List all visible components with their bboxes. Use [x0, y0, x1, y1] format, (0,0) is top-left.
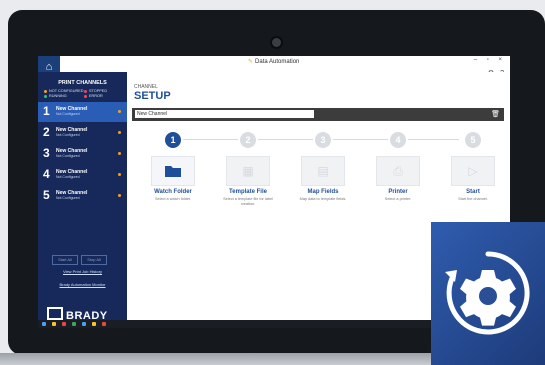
channel-actions: Start All Stop All — [52, 248, 110, 266]
automation-monitor-link[interactable]: Brady Automation Monitor — [38, 282, 127, 287]
status-dot-icon — [118, 152, 121, 155]
page-title: SETUP — [134, 90, 171, 102]
step-description: Select a printer. — [384, 197, 412, 201]
start-all-button[interactable]: Start All — [52, 255, 78, 265]
step-start[interactable]: 5 ▷ Start Start the channel. — [443, 130, 503, 202]
channel-status: Not Configured — [56, 196, 80, 200]
play-icon[interactable]: ▷ — [451, 156, 495, 186]
pencil-icon: ✎ — [248, 59, 254, 65]
legend-item: RUNNING — [44, 94, 84, 98]
taskbar-app-icon[interactable] — [82, 322, 86, 326]
legend-item: STOPPED — [84, 89, 124, 93]
channel-item[interactable]: 1 New Channel Not Configured — [38, 102, 127, 122]
app-badge — [431, 222, 545, 365]
legend-item: NOT CONFIGURED — [44, 89, 84, 93]
map-fields-icon[interactable]: ▤ — [301, 156, 345, 186]
taskbar-app-icon[interactable] — [72, 322, 76, 326]
window-title: ✎ Data Automation — [248, 59, 300, 65]
laptop-base — [0, 353, 440, 365]
step-description: Start the channel. — [458, 197, 488, 201]
step-printer[interactable]: 4 ⎙ Printer Select a printer. — [368, 130, 428, 202]
step-title: Start — [466, 189, 480, 195]
channel-number: 5 — [43, 188, 50, 202]
channel-name-input[interactable] — [135, 110, 314, 118]
taskbar-app-icon[interactable] — [92, 322, 96, 326]
status-dot-icon — [84, 89, 87, 93]
status-dot-icon — [118, 131, 121, 134]
brady-mark-icon — [47, 307, 63, 320]
step-number: 3 — [313, 130, 333, 150]
step-number: 1 — [163, 130, 183, 150]
step-watch-folder[interactable]: 1 Watch Folder Select a watch folder. — [143, 130, 203, 202]
step-title: Printer — [388, 189, 408, 195]
webcam — [270, 36, 283, 49]
sidebar: PRINT CHANNELS NOT CONFIGURED STOPPED RU… — [38, 72, 127, 328]
channel-number: 2 — [43, 125, 50, 139]
taskbar-app-icon[interactable] — [52, 322, 56, 326]
channel-item[interactable]: 2 New Channel Not Configured — [38, 123, 127, 143]
sync-gear-icon — [445, 251, 530, 335]
step-title: Template File — [229, 189, 267, 195]
step-number: 5 — [463, 130, 483, 150]
template-icon[interactable]: ▦ — [226, 156, 270, 186]
start-icon[interactable] — [42, 322, 46, 326]
channel-list: 1 New Channel Not Configured 2 New Chann… — [38, 102, 127, 206]
legend-item: ERROR — [84, 94, 124, 98]
step-description: Select a template file for label creatio… — [223, 197, 273, 206]
channel-number: 4 — [43, 167, 50, 181]
printer-icon[interactable]: ⎙ — [376, 156, 420, 186]
status-dot-icon — [118, 194, 121, 197]
channel-item[interactable]: 5 New Channel Not Configured — [38, 186, 127, 206]
channel-item[interactable]: 3 New Channel Not Configured — [38, 144, 127, 164]
status-dot-icon — [118, 173, 121, 176]
title-bar: ✎ Data Automation – ▫ × — [38, 56, 510, 73]
channel-status: Not Configured — [56, 175, 80, 179]
step-number: 4 — [388, 130, 408, 150]
channel-status: Not Configured — [56, 133, 80, 137]
taskbar-app-icon[interactable] — [102, 322, 106, 326]
stop-all-button[interactable]: Stop All — [81, 255, 107, 265]
channel-status: Not Configured — [56, 112, 80, 116]
channel-number: 3 — [43, 146, 50, 160]
channel-name-bar: 🗑 — [132, 108, 504, 121]
step-title: Watch Folder — [154, 189, 192, 195]
channel-item[interactable]: 4 New Channel Not Configured — [38, 165, 127, 185]
step-template-file[interactable]: 2 ▦ Template File Select a template file… — [218, 130, 278, 207]
status-dot-icon — [84, 94, 87, 98]
channel-status: Not Configured — [56, 154, 80, 158]
window-controls[interactable]: – ▫ × — [474, 57, 506, 63]
step-map-fields[interactable]: 3 ▤ Map Fields Map data to template fiel… — [293, 130, 353, 202]
step-number: 2 — [238, 130, 258, 150]
status-dot-icon — [44, 94, 47, 98]
view-history-link[interactable]: View Print Job History — [38, 269, 127, 274]
channel-number: 1 — [43, 104, 50, 118]
step-description: Select a watch folder. — [154, 197, 192, 201]
status-dot-icon — [44, 89, 47, 93]
status-legend: NOT CONFIGURED STOPPED RUNNING ERROR — [44, 89, 127, 98]
taskbar-app-icon[interactable] — [62, 322, 66, 326]
step-title: Map Fields — [307, 189, 339, 195]
step-description: Map data to template fields. — [299, 197, 347, 201]
trash-icon[interactable]: 🗑 — [491, 110, 500, 118]
sidebar-header: PRINT CHANNELS — [58, 80, 107, 86]
folder-icon[interactable] — [151, 156, 195, 186]
status-dot-icon — [118, 110, 121, 113]
